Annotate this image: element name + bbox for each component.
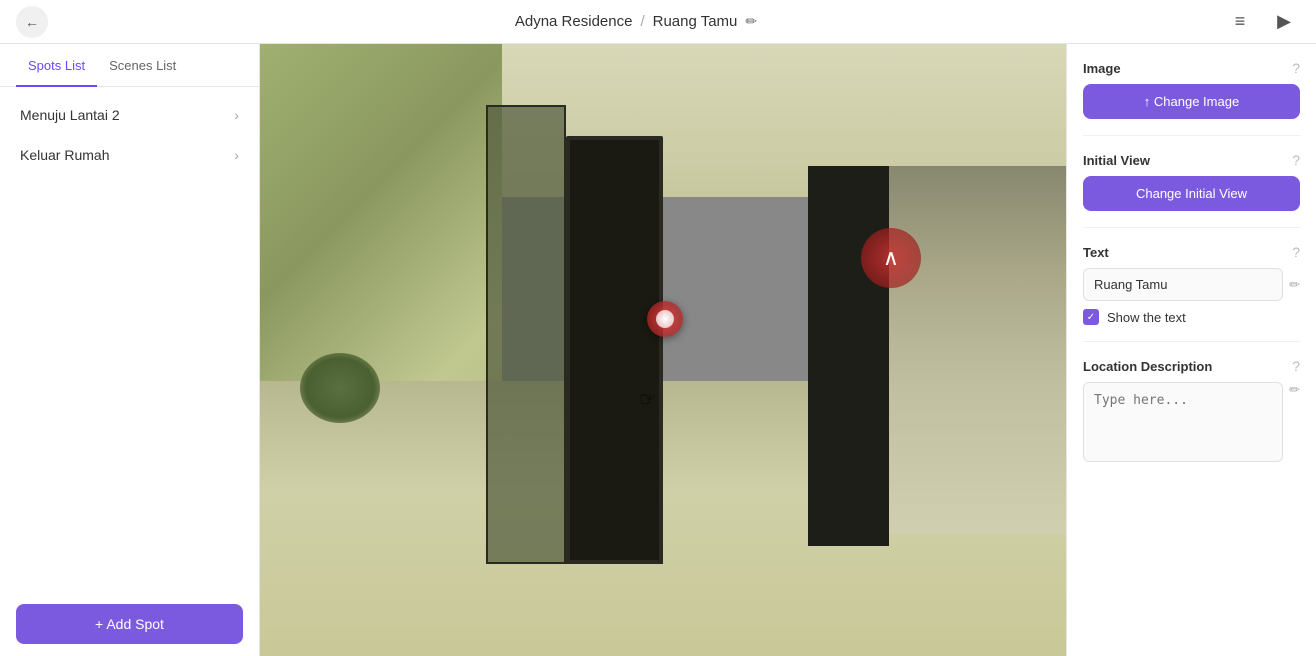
image-help-icon[interactable]: ? [1292, 60, 1300, 76]
add-spot-button[interactable]: + Add Spot [16, 604, 243, 644]
list-item[interactable]: Keluar Rumah › [0, 135, 259, 175]
initial-view-header: Initial View ? [1083, 152, 1300, 168]
breadcrumb-separator: / [640, 13, 644, 30]
sidebar-tabs: Spots List Scenes List [0, 44, 259, 87]
textarea-row: ✏ [1083, 382, 1300, 462]
door-right [808, 166, 889, 545]
project-name: Adyna Residence [515, 13, 633, 30]
scene-name: Ruang Tamu [653, 13, 738, 30]
door-frame [566, 136, 663, 564]
divider [1083, 135, 1300, 136]
location-section-title: Location Description [1083, 359, 1212, 374]
arrow-hotspot[interactable]: ∧ [861, 228, 921, 288]
navigation-spot[interactable] [647, 301, 683, 337]
back-icon: ← [25, 14, 39, 30]
nav-spot-center [656, 310, 674, 328]
room-scene: ∧ ☞ [260, 44, 1066, 656]
initial-view-title: Initial View [1083, 153, 1150, 168]
door-inner [570, 140, 659, 560]
scene-name-edit-icon[interactable]: ✏ [745, 13, 757, 30]
text-section: Text ? ✏ ✓ Show the text [1083, 244, 1300, 325]
text-help-icon[interactable]: ? [1292, 244, 1300, 260]
initial-view-help-icon[interactable]: ? [1292, 152, 1300, 168]
show-text-label: Show the text [1107, 310, 1186, 325]
chevron-right-icon: › [234, 147, 239, 163]
text-edit-icon[interactable]: ✏ [1289, 277, 1300, 293]
glass-door [486, 105, 567, 564]
list-item[interactable]: Menuju Lantai 2 › [0, 95, 259, 135]
change-initial-view-button[interactable]: Change Initial View [1083, 176, 1300, 211]
initial-view-section: Initial View ? Change Initial View [1083, 152, 1300, 211]
right-panel: Image ? ↑ Change Image Initial View ? Ch… [1066, 44, 1316, 656]
text-section-title: Text [1083, 245, 1109, 260]
location-section-header: Location Description ? [1083, 358, 1300, 374]
list-icon: ≡ [1235, 11, 1246, 32]
header-actions: ≡ ▶ [1224, 6, 1300, 38]
image-section-header: Image ? [1083, 60, 1300, 76]
staircase [889, 166, 1066, 533]
location-description-textarea[interactable] [1083, 382, 1283, 462]
main-layout: Spots List Scenes List Menuju Lantai 2 ›… [0, 44, 1316, 656]
image-section: Image ? ↑ Change Image [1083, 60, 1300, 119]
divider [1083, 341, 1300, 342]
arrow-up-icon: ∧ [883, 245, 899, 271]
show-text-row: ✓ Show the text [1083, 309, 1300, 325]
panorama-viewer[interactable]: ∧ ☞ [260, 44, 1066, 656]
text-section-header: Text ? [1083, 244, 1300, 260]
change-image-button[interactable]: ↑ Change Image [1083, 84, 1300, 119]
text-field[interactable] [1083, 268, 1283, 301]
back-button[interactable]: ← [16, 6, 48, 38]
play-icon-button[interactable]: ▶ [1268, 6, 1300, 38]
list-icon-button[interactable]: ≡ [1224, 6, 1256, 38]
location-help-icon[interactable]: ? [1292, 358, 1300, 374]
header-breadcrumb: Adyna Residence / Ruang Tamu ✏ [515, 13, 757, 30]
sidebar-list: Menuju Lantai 2 › Keluar Rumah › [0, 87, 259, 592]
chevron-right-icon: › [234, 107, 239, 123]
sidebar: Spots List Scenes List Menuju Lantai 2 ›… [0, 44, 260, 656]
checkbox-check-icon: ✓ [1087, 312, 1095, 323]
location-edit-icon[interactable]: ✏ [1289, 382, 1300, 398]
header: ← Adyna Residence / Ruang Tamu ✏ ≡ ▶ [0, 0, 1316, 44]
divider [1083, 227, 1300, 228]
tab-spots-list[interactable]: Spots List [16, 44, 97, 87]
text-input-row: ✏ [1083, 268, 1300, 301]
location-section: Location Description ? ✏ [1083, 358, 1300, 462]
tab-scenes-list[interactable]: Scenes List [97, 44, 188, 87]
image-section-title: Image [1083, 61, 1121, 76]
play-icon: ▶ [1277, 11, 1291, 32]
show-text-checkbox[interactable]: ✓ [1083, 309, 1099, 325]
